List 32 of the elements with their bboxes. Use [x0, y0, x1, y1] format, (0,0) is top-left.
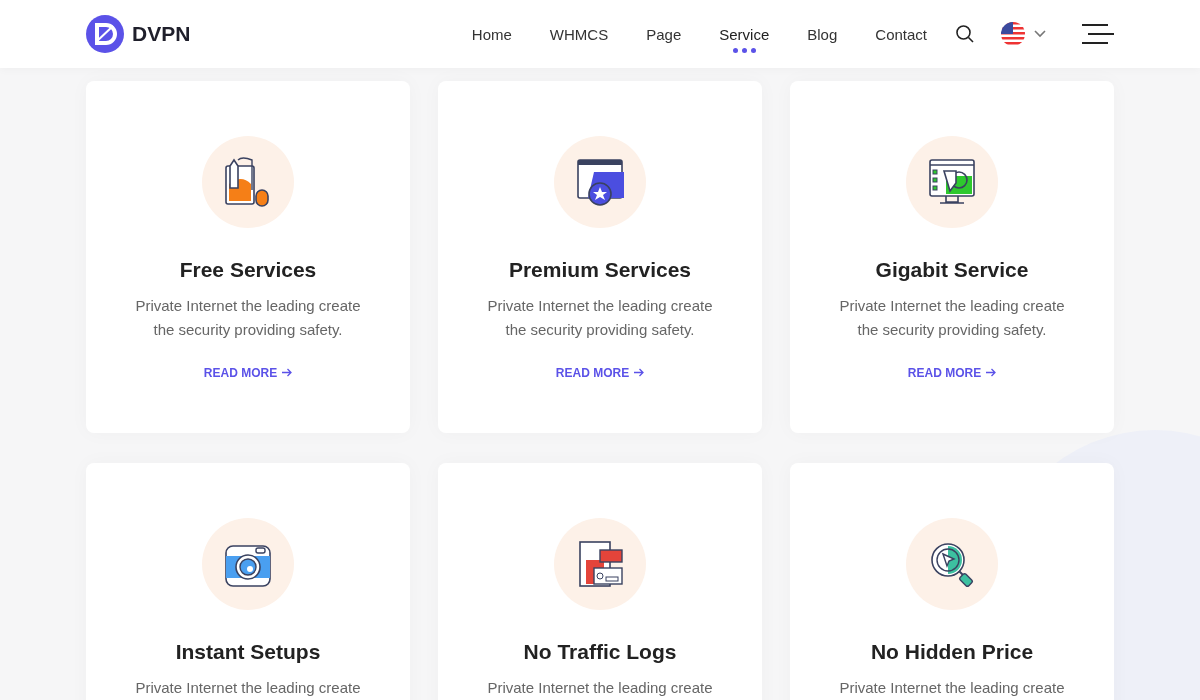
nav-link[interactable]: WHMCS	[549, 24, 609, 53]
language-selector[interactable]	[1001, 22, 1046, 46]
card-title: Gigabit Service	[875, 257, 1029, 283]
arrow-right-icon	[634, 368, 645, 377]
arrow-right-icon	[986, 368, 997, 377]
nav-link[interactable]: Page	[646, 24, 682, 53]
read-more-link[interactable]: READ MORE	[907, 363, 997, 382]
nav-link[interactable]: Contact	[875, 24, 927, 53]
nav-link[interactable]: Service	[719, 24, 770, 53]
brand-name[interactable]: DVPN	[132, 18, 191, 50]
card-title: Premium Services	[508, 257, 692, 283]
card-title: No Hidden Price	[870, 639, 1034, 665]
nav-link[interactable]: Blog	[807, 24, 838, 53]
card-title: Instant Setups	[175, 639, 321, 665]
read-more-link[interactable]: READ MORE	[203, 363, 293, 382]
card-description: Private Internet the leading create	[486, 677, 714, 698]
card-description: Private Internet the leading create the security providing safety.	[838, 295, 1066, 340]
card-description: Private Internet the leading create	[838, 677, 1066, 698]
card-title: Free Services	[179, 257, 317, 283]
card-description: Private Internet the leading create the security providing safety.	[486, 295, 714, 340]
read-more-link[interactable]: READ MORE	[555, 363, 645, 382]
logo-icon	[86, 15, 124, 53]
flag-icon	[1001, 22, 1025, 46]
chevron-down-icon	[1034, 30, 1046, 38]
certificate-badge-icon	[574, 156, 626, 208]
arrow-right-icon	[282, 368, 293, 377]
card-description: Private Internet the leading create the security providing safety.	[134, 295, 362, 340]
search-icon[interactable]	[955, 24, 975, 44]
card-description: Private Internet the leading create	[134, 677, 362, 698]
card-title: No Traffic Logs	[523, 639, 677, 665]
nav-link[interactable]: Home	[471, 24, 512, 53]
menu-icon[interactable]	[1082, 24, 1114, 44]
